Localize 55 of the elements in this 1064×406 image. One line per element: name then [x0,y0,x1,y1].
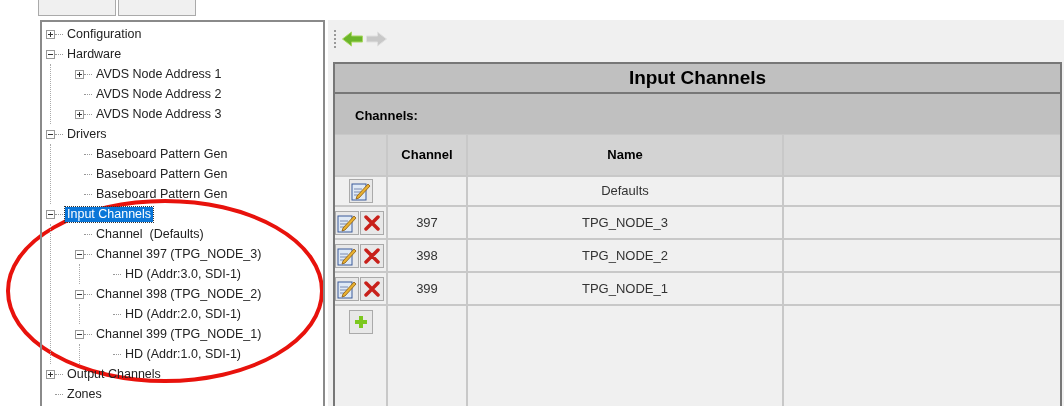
collapse-toggle[interactable] [46,49,55,59]
name-cell: TPG_NODE_1 [468,273,782,304]
tree-item[interactable]: Zones [65,386,104,402]
edit-button[interactable] [335,276,359,301]
tree-item[interactable]: Baseboard Pattern Gen [94,186,230,202]
tree-item[interactable]: HD (Addr:1.0, SDI-1) [123,346,243,362]
name-cell: TPG_NODE_3 [468,207,782,238]
panel-title: Input Channels [335,64,1060,94]
edit-button[interactable] [335,243,359,268]
expand-toggle[interactable] [46,29,55,39]
cross-icon [364,214,380,231]
tree-item[interactable]: Channel 399 (TPG_NODE_1) [94,326,264,342]
channel-cell: 398 [388,240,466,271]
edit-button[interactable] [348,179,373,203]
tree-item[interactable]: AVDS Node Address 2 [94,86,224,102]
expand-toggle[interactable] [75,109,84,119]
tree-item[interactable]: AVDS Node Address 1 [94,66,224,82]
tree-item[interactable]: Channel 397 (TPG_NODE_3) [94,246,264,262]
tree-item[interactable]: Configuration [65,26,144,42]
pencil-icon [337,212,357,233]
pencil-icon [337,245,357,266]
tree-item[interactable]: Drivers [65,126,109,142]
tree-item[interactable]: Output Channels [65,366,163,382]
tree-item[interactable]: Baseboard Pattern Gen [94,146,230,162]
expand-toggle[interactable] [46,369,55,379]
channel-cell: 397 [388,207,466,238]
column-header: Channel [388,135,466,175]
pencil-icon [337,278,357,299]
tree-item[interactable]: Channel (Defaults) [94,226,206,242]
tree-item[interactable]: HD (Addr:2.0, SDI-1) [123,306,243,322]
pencil-icon [350,181,371,201]
edit-button[interactable] [335,210,359,235]
expand-toggle[interactable] [75,69,84,79]
delete-button[interactable] [360,276,384,301]
collapse-toggle[interactable] [46,209,55,219]
column-header: Name [468,135,782,175]
cross-icon [364,247,380,264]
tree-item[interactable]: Hardware [65,46,124,62]
cross-icon [364,280,380,297]
channel-cell: 399 [388,273,466,304]
collapse-toggle[interactable] [46,129,55,139]
section-label: Channels: [354,107,419,125]
collapse-toggle[interactable] [75,249,84,259]
delete-button[interactable] [360,243,384,268]
tree-item[interactable]: Channel 398 (TPG_NODE_2) [94,286,264,302]
collapse-toggle[interactable] [75,329,84,339]
tree-item[interactable]: Input Channels [65,206,154,222]
name-cell: Defaults [468,177,782,205]
plus-icon [352,314,369,330]
delete-button[interactable] [360,210,384,235]
collapse-toggle[interactable] [75,289,84,299]
tree-item[interactable]: AVDS Node Address 3 [94,106,224,122]
tree-item[interactable]: HD (Addr:3.0, SDI-1) [123,266,243,282]
name-cell: TPG_NODE_2 [468,240,782,271]
tree-item[interactable]: Baseboard Pattern Gen [94,166,230,182]
